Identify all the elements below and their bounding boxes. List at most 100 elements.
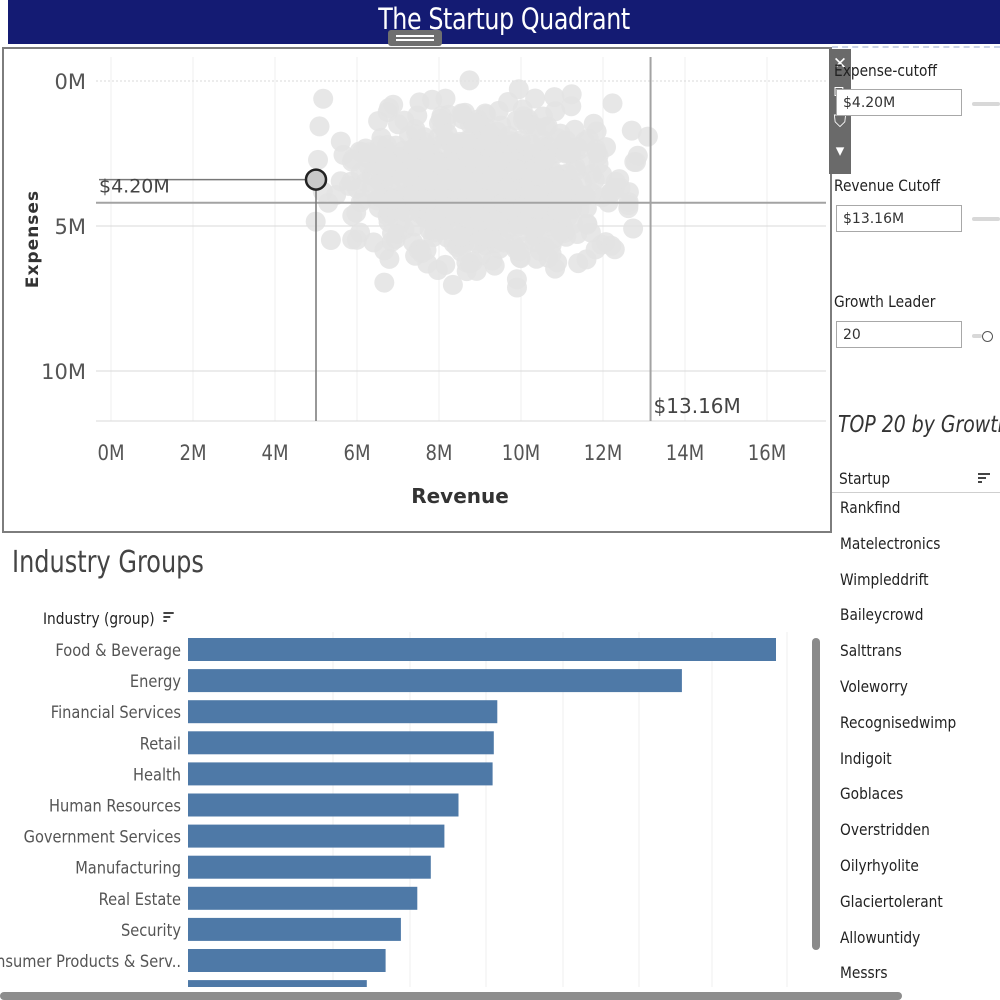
industry-bar-chart[interactable]: Food & Beverage Energy Financial Services R… bbox=[0, 632, 812, 987]
industry-category-label: Health bbox=[133, 764, 181, 784]
scatter-point bbox=[604, 239, 625, 260]
x-tick-label: 8M bbox=[425, 441, 452, 466]
expense-cutoff-input[interactable]: $4.20M bbox=[836, 89, 962, 116]
scatter-point bbox=[535, 149, 556, 170]
x-tick-label: 6M bbox=[343, 441, 370, 466]
y-tick-label: 5M bbox=[55, 215, 86, 239]
scatter-chart[interactable]: $4.20M $13.16M 0M 2M 4M 6M 8M 10M 12M 14M 16M 0M 5M 1… bbox=[4, 49, 830, 531]
startup-list-item[interactable]: Goblaces bbox=[840, 784, 978, 820]
x-tick-label: 10M bbox=[502, 441, 541, 466]
startup-list-item[interactable]: Oilyrhyolite bbox=[840, 856, 978, 892]
selected-point-label: $4.20M bbox=[99, 176, 170, 198]
industry-bar bbox=[188, 762, 493, 786]
startup-list-item[interactable]: Indigoit bbox=[840, 749, 978, 785]
industry-category-label: Retail bbox=[140, 733, 181, 753]
sort-icon[interactable] bbox=[163, 612, 174, 624]
scatter-point bbox=[480, 123, 501, 144]
industry-bar bbox=[188, 638, 776, 661]
scatter-point bbox=[308, 149, 328, 170]
industry-category-label: Energy bbox=[130, 671, 181, 691]
scatter-point bbox=[404, 189, 425, 210]
startup-list-item[interactable]: Overstridden bbox=[840, 820, 978, 856]
scatter-point bbox=[471, 188, 492, 209]
drag-grip-handle[interactable] bbox=[388, 30, 442, 46]
industry-bar bbox=[188, 824, 445, 848]
revenue-slider[interactable] bbox=[972, 217, 1000, 221]
scatter-point bbox=[461, 148, 482, 169]
industry-bar bbox=[188, 669, 682, 693]
x-tick-label: 16M bbox=[748, 441, 787, 466]
scatter-point bbox=[526, 217, 547, 238]
scatter-point bbox=[561, 96, 582, 117]
x-tick-label: 0M bbox=[97, 441, 124, 466]
scatter-point bbox=[404, 216, 425, 237]
industry-category-label: Human Resources bbox=[49, 795, 181, 815]
scatter-point bbox=[609, 169, 630, 190]
scatter-point bbox=[470, 245, 491, 266]
scatter-point bbox=[537, 116, 558, 137]
growth-leader-label: Growth Leader bbox=[834, 292, 936, 311]
scatter-point bbox=[435, 254, 456, 275]
scatter-point bbox=[556, 143, 577, 164]
revenue-cutoff-input[interactable]: $13.16M bbox=[836, 205, 962, 232]
scatter-point bbox=[510, 130, 531, 151]
industry-category-label: Consumer Products & Serv.. bbox=[0, 951, 181, 971]
growth-leader-input[interactable]: 20 bbox=[836, 321, 962, 348]
scatter-point bbox=[545, 258, 566, 279]
startup-list-item[interactable]: Wimpleddrift bbox=[840, 570, 978, 606]
sort-icon[interactable] bbox=[978, 473, 990, 485]
startup-column-header[interactable]: Startup bbox=[832, 466, 1000, 493]
startup-list-item[interactable]: Glaciertolerant bbox=[840, 892, 978, 928]
industry-bar bbox=[188, 949, 386, 972]
scatter-point bbox=[442, 274, 463, 295]
startup-list-item[interactable]: Voleworry bbox=[840, 677, 978, 713]
scatter-point bbox=[459, 70, 480, 91]
growth-slider-knob[interactable] bbox=[982, 331, 993, 342]
scatter-point bbox=[368, 111, 389, 132]
startup-list-item[interactable]: Salttrans bbox=[840, 641, 978, 677]
industry-category-label: Food & Beverage bbox=[55, 640, 181, 660]
startup-list-item[interactable]: Allowuntidy bbox=[840, 928, 978, 964]
scatter-point bbox=[480, 228, 501, 248]
industry-category-label: Real Estate bbox=[99, 889, 181, 909]
revenue-cutoff-label: $13.16M bbox=[654, 394, 741, 418]
x-axis-label: Revenue bbox=[411, 484, 509, 508]
scatter-point bbox=[366, 190, 387, 211]
scatter-point bbox=[525, 88, 546, 109]
scatter-point bbox=[309, 116, 330, 137]
scatter-point bbox=[379, 248, 400, 269]
scatter-point bbox=[435, 88, 456, 109]
x-tick-label: 14M bbox=[666, 441, 705, 466]
industry-bar-svg[interactable]: Food & Beverage Energy Financial Services R… bbox=[0, 632, 812, 987]
industry-bar bbox=[188, 793, 459, 817]
startup-list-item[interactable]: Recognisedwimp bbox=[840, 713, 978, 749]
startup-list-item[interactable]: Rankfind bbox=[840, 498, 978, 534]
scatter-point bbox=[627, 145, 648, 166]
scatter-point bbox=[596, 137, 616, 158]
industry-column-header[interactable]: Industry (group) bbox=[43, 609, 174, 628]
industry-category-label: Manufacturing bbox=[75, 858, 181, 878]
scatter-point bbox=[508, 216, 529, 236]
scatter-point bbox=[346, 229, 367, 250]
scatter-plot-panel[interactable]: $4.20M $13.16M 0M 2M 4M 6M 8M 10M 12M 14M 16M 0M 5M 1… bbox=[2, 47, 832, 533]
y-tick-label: 10M bbox=[41, 360, 86, 384]
startup-list-item[interactable]: Matelectronics bbox=[840, 534, 978, 570]
scatter-point bbox=[602, 93, 623, 114]
vertical-scrollbar[interactable] bbox=[812, 638, 820, 950]
more-options-icon[interactable]: ▾ bbox=[829, 136, 851, 165]
revenue-cutoff-label: Revenue Cutoff bbox=[834, 176, 940, 195]
growth-slider-track[interactable] bbox=[972, 334, 982, 338]
scatter-point bbox=[388, 114, 408, 135]
layout-divider bbox=[832, 46, 1000, 48]
expense-slider[interactable] bbox=[972, 102, 1000, 106]
scatter-point bbox=[451, 103, 472, 124]
horizontal-scrollbar[interactable] bbox=[0, 992, 902, 1000]
dashboard-title: The Startup Quadrant bbox=[378, 2, 630, 36]
scatter-point bbox=[485, 211, 505, 231]
x-tick-label: 12M bbox=[584, 441, 623, 466]
top-growth-title: TOP 20 by Growth bbox=[838, 412, 1000, 438]
scatter-point bbox=[392, 167, 413, 188]
scatter-point bbox=[382, 223, 402, 244]
selected-point bbox=[304, 168, 328, 191]
startup-list-item[interactable]: Baileycrowd bbox=[840, 605, 978, 641]
